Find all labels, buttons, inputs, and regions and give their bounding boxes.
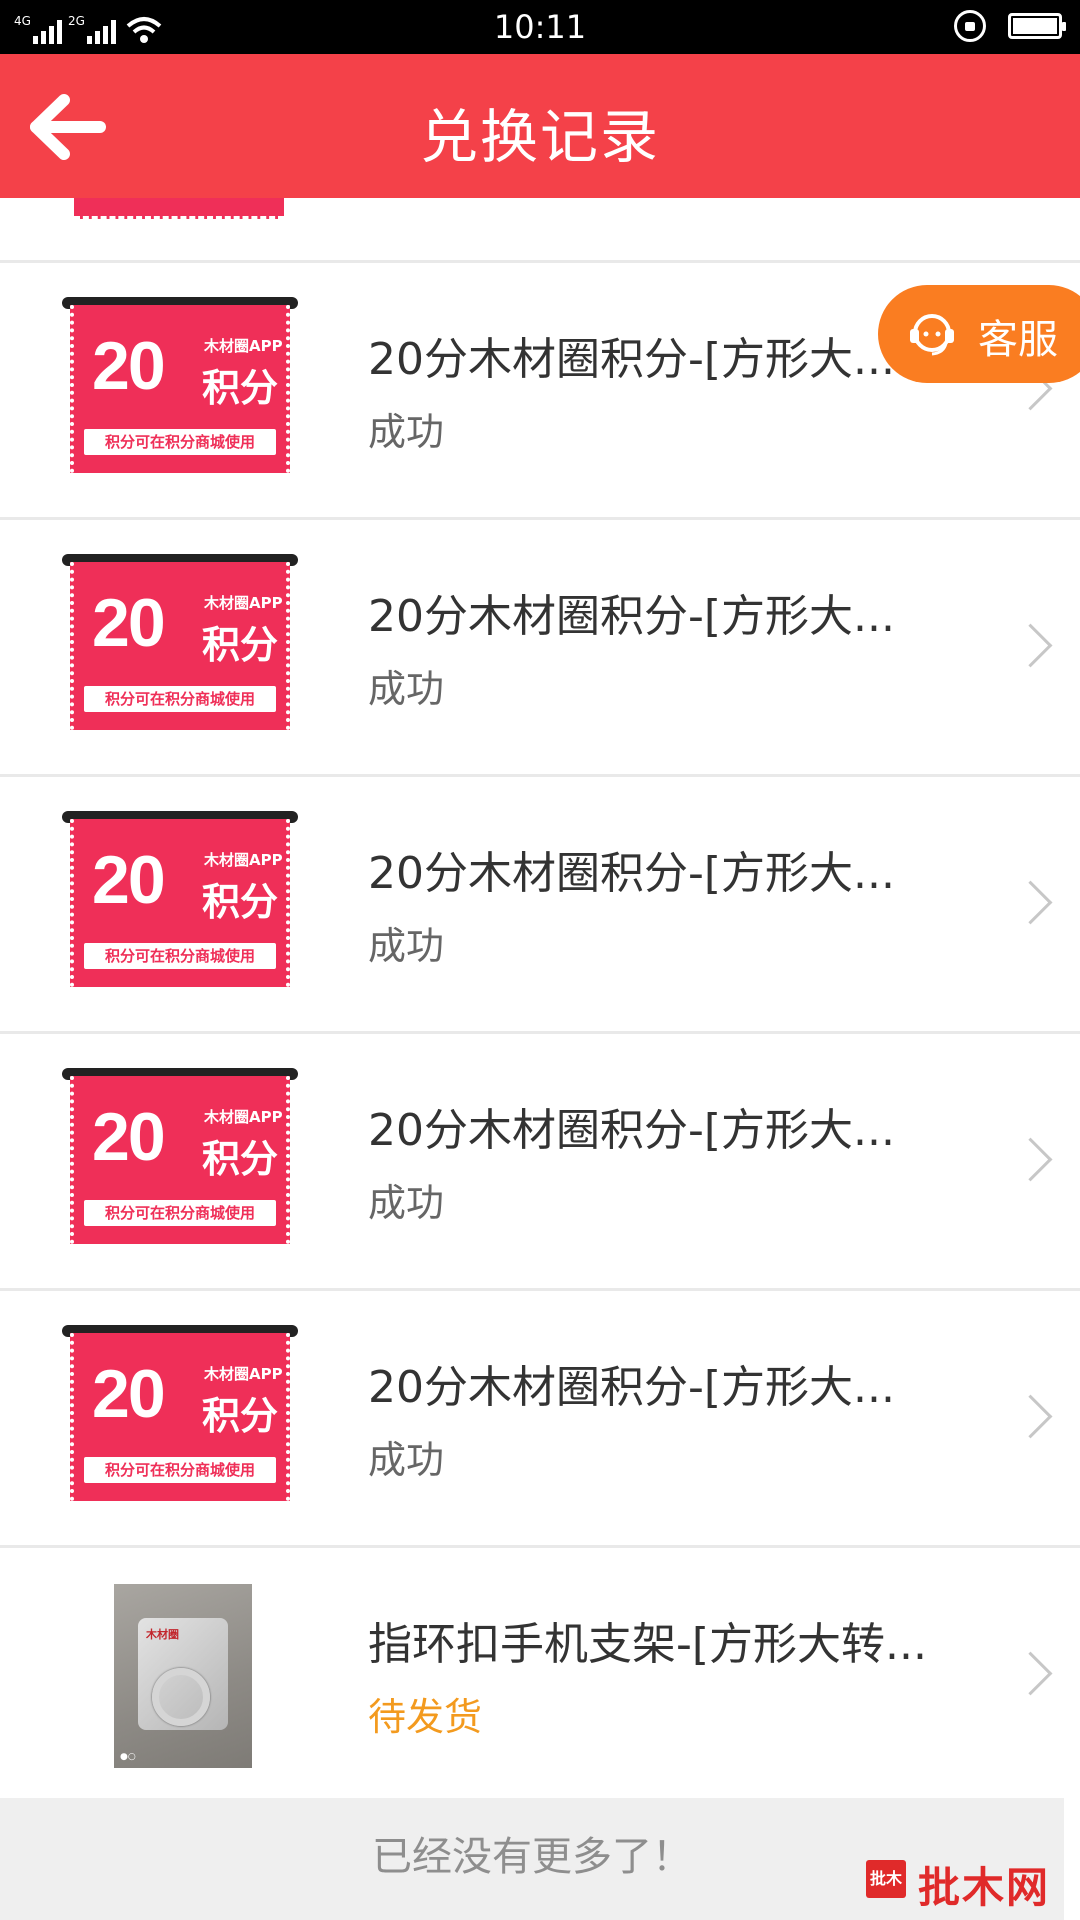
item-name: 20分木材圈积分-[方形大...	[368, 1362, 895, 1413]
list-item[interactable]: 木材圈 ●○ 指环扣手机支架-[方形大转... 待发货	[0, 1548, 1080, 1810]
ticket-unit: 积分	[202, 880, 279, 924]
ring-icon	[152, 1668, 210, 1726]
item-name: 20分木材圈积分-[方形大...	[368, 591, 895, 642]
item-status: 待发货	[368, 1695, 483, 1739]
ticket-footnote-strip: 积分可在积分商城使用	[84, 1457, 276, 1483]
status-time: 10:11	[493, 8, 587, 46]
photo-plate: 木材圈	[138, 1618, 228, 1730]
customer-service-button[interactable]: 客服	[878, 285, 1080, 383]
page-title: 兑换记录	[419, 103, 660, 171]
item-status: 成功	[368, 667, 445, 711]
exchange-record-list: 20 木材圈APP 积分 积分可在积分商城使用 20分木材圈积分-[方形大...…	[0, 198, 1080, 1810]
ticket-footnote-strip: 积分可在积分商城使用	[84, 943, 276, 969]
chevron-right-icon	[1008, 1651, 1053, 1696]
app-header: 兑换记录	[0, 54, 1080, 198]
chevron-right-icon	[1008, 880, 1053, 925]
points-ticket-image: 20 木材圈APP 积分 积分可在积分商城使用	[62, 1325, 302, 1505]
ticket-footnote: 积分可在积分商城使用	[104, 1461, 255, 1479]
chevron-right-icon	[1008, 1137, 1053, 1182]
rotation-lock-icon	[954, 10, 986, 42]
ticket-footnote-strip: 积分可在积分商城使用	[84, 429, 276, 455]
points-ticket-image: 20 木材圈APP 积分 积分可在积分商城使用	[62, 1068, 302, 1248]
ticket-footnote: 积分可在积分商城使用	[104, 1204, 255, 1222]
list-item[interactable]: 20 木材圈APP 积分 积分可在积分商城使用 20分木材圈积分-[方形大...…	[0, 520, 1080, 777]
watermark-text: 批木网	[918, 1863, 1051, 1912]
ticket-card: 20 木材圈APP 积分 积分可在积分商城使用	[70, 819, 290, 987]
ticket-image-partial	[74, 198, 284, 219]
ticket-unit: 积分	[202, 1137, 279, 1181]
ticket-brand: 木材圈APP	[204, 594, 283, 612]
ticket-card: 20 木材圈APP 积分 积分可在积分商城使用	[70, 1333, 290, 1501]
ticket-unit: 积分	[202, 1394, 279, 1438]
ticket-footnote: 积分可在积分商城使用	[104, 947, 255, 965]
photo-pager-dots: ●○	[120, 1752, 136, 1762]
list-item[interactable]: 20 木材圈APP 积分 积分可在积分商城使用 20分木材圈积分-[方形大...…	[0, 1034, 1080, 1291]
watermark-badge: 批木	[866, 1860, 906, 1898]
ticket-brand: 木材圈APP	[204, 1365, 283, 1383]
ticket-unit: 积分	[202, 623, 279, 667]
ticket-brand: 木材圈APP	[204, 1108, 283, 1126]
ticket-card: 20 木材圈APP 积分 积分可在积分商城使用	[70, 305, 290, 473]
ticket-footnote: 积分可在积分商城使用	[104, 433, 255, 451]
points-ticket-image: 20 木材圈APP 积分 积分可在积分商城使用	[62, 297, 302, 477]
list-item[interactable]: 20 木材圈APP 积分 积分可在积分商城使用 20分木材圈积分-[方形大...…	[0, 777, 1080, 1034]
ticket-number: 20	[92, 585, 166, 661]
status-bar: 4G 2G 10:11	[0, 0, 1080, 54]
ring-holder-photo: 木材圈 ●○	[114, 1584, 252, 1768]
chevron-right-icon	[1008, 623, 1053, 668]
list-item-partial[interactable]	[0, 198, 1080, 263]
ticket-number: 20	[92, 842, 166, 918]
list-item[interactable]: 20 木材圈APP 积分 积分可在积分商城使用 20分木材圈积分-[方形大...…	[0, 1291, 1080, 1548]
photo-logo: 木材圈	[146, 1628, 179, 1641]
chevron-right-icon	[1008, 1394, 1053, 1439]
item-name: 20分木材圈积分-[方形大...	[368, 848, 895, 899]
ticket-brand: 木材圈APP	[204, 337, 283, 355]
status-right	[954, 10, 1066, 42]
ticket-footnote-strip: 积分可在积分商城使用	[84, 1200, 276, 1226]
item-name: 20分木材圈积分-[方形大...	[368, 334, 895, 385]
ticket-number: 20	[92, 1356, 166, 1432]
headset-icon	[910, 314, 954, 356]
ticket-footnote-strip: 积分可在积分商城使用	[84, 686, 276, 712]
ticket-card: 20 木材圈APP 积分 积分可在积分商城使用	[70, 1076, 290, 1244]
item-name: 20分木材圈积分-[方形大...	[368, 1105, 895, 1156]
ticket-footnote: 积分可在积分商城使用	[104, 690, 255, 708]
customer-service-label: 客服	[978, 317, 1058, 363]
no-more-text: 已经没有更多了！	[372, 1834, 692, 1880]
watermark-logo: 批木 批木网	[866, 1852, 1066, 1912]
item-status: 成功	[368, 1181, 445, 1225]
ticket-number: 20	[92, 328, 166, 404]
points-ticket-image: 20 木材圈APP 积分 积分可在积分商城使用	[62, 554, 302, 734]
item-name: 指环扣手机支架-[方形大转...	[368, 1619, 928, 1670]
points-ticket-image: 20 木材圈APP 积分 积分可在积分商城使用	[62, 811, 302, 991]
item-status: 成功	[368, 1438, 445, 1482]
item-status: 成功	[368, 924, 445, 968]
ticket-number: 20	[92, 1099, 166, 1175]
ticket-unit: 积分	[202, 366, 279, 410]
item-status: 成功	[368, 410, 445, 454]
ticket-brand: 木材圈APP	[204, 851, 283, 869]
ticket-card: 20 木材圈APP 积分 积分可在积分商城使用	[70, 562, 290, 730]
battery-icon	[1008, 13, 1066, 39]
